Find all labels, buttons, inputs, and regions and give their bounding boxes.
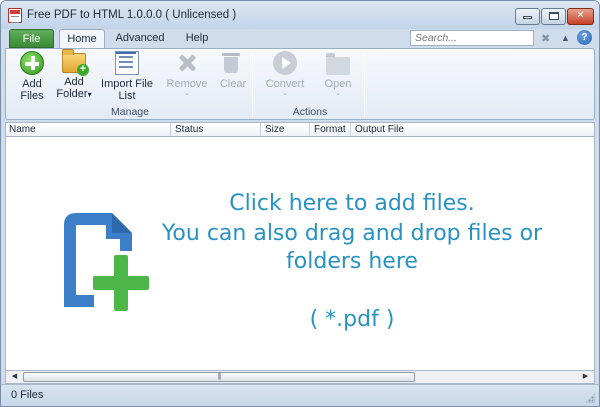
remove-x-icon: [175, 51, 199, 75]
minimize-icon: [523, 16, 532, 19]
remove-label: Remove: [166, 78, 208, 90]
remove-button[interactable]: Remove ⌄: [164, 51, 210, 97]
file-count-status: 0 Files: [11, 389, 44, 401]
add-folder-label-1: Add: [64, 76, 84, 88]
open-dropdown-icon: ⌄: [335, 90, 341, 97]
file-list-header: Name Status Size Format Output File: [5, 122, 595, 137]
add-file-icon: [64, 213, 149, 311]
ribbon-panel: Add Files Add Folder▾ Import File List M…: [5, 48, 595, 120]
app-window: Free PDF to HTML 1.0.0.0 ( Unlicensed ) …: [0, 0, 600, 407]
tab-help[interactable]: Help: [179, 29, 215, 48]
help-icon[interactable]: ?: [577, 30, 592, 45]
maximize-button[interactable]: [541, 8, 566, 25]
add-folder-button[interactable]: Add Folder▾: [54, 49, 94, 101]
maximize-icon: [548, 12, 559, 20]
convert-button[interactable]: Convert ⌄: [262, 51, 308, 97]
open-button[interactable]: Open ⌄: [318, 51, 358, 97]
open-folder-icon: [326, 53, 350, 75]
open-label: Open: [324, 78, 352, 90]
scroll-right-icon[interactable]: ▶: [579, 371, 592, 383]
column-header-output-file[interactable]: Output File: [352, 123, 592, 136]
convert-dropdown-icon: ⌄: [282, 90, 288, 97]
app-pdf-icon: [8, 8, 22, 23]
file-list-icon: [115, 51, 139, 75]
remove-dropdown-icon: ⌄: [184, 90, 190, 97]
window-title: Free PDF to HTML 1.0.0.0 ( Unlicensed ): [27, 9, 237, 21]
column-header-status[interactable]: Status: [172, 123, 261, 136]
status-bar: 0 Files: [1, 384, 599, 406]
drop-zone[interactable]: Click here to add files. You can also dr…: [6, 137, 594, 370]
import-label-1: Import File: [101, 78, 153, 90]
horizontal-scrollbar[interactable]: ◀ ||| ▶: [5, 370, 595, 384]
clear-button[interactable]: Clear: [216, 51, 250, 90]
trash-icon: [221, 51, 245, 75]
search-box[interactable]: [410, 30, 534, 46]
file-list-area: Click here to add files. You can also dr…: [5, 137, 595, 370]
group-separator: [364, 53, 365, 117]
drop-hint-line-3: folders here: [286, 249, 418, 274]
column-header-format[interactable]: Format: [311, 123, 351, 136]
add-circle-icon: [20, 51, 44, 75]
tab-home[interactable]: Home: [59, 29, 105, 48]
drop-hint-line-2: You can also drag and drop files or: [161, 221, 543, 246]
search-input[interactable]: [415, 32, 529, 44]
folder-add-icon: [62, 49, 89, 76]
scrollbar-thumb[interactable]: |||: [23, 372, 415, 382]
add-files-label-2: Files: [20, 90, 44, 102]
tab-file[interactable]: File: [9, 29, 54, 48]
add-files-button[interactable]: Add Files: [12, 51, 52, 102]
ribbon-tab-bar: File Home Advanced Help ✖ ▲ ?: [1, 29, 599, 48]
clear-label: Clear: [219, 78, 247, 90]
supported-extension-label: ( *.pdf ): [309, 307, 395, 332]
scroll-left-icon[interactable]: ◀: [8, 371, 21, 383]
tab-advanced[interactable]: Advanced: [109, 29, 171, 48]
manage-group-label: Manage: [111, 106, 149, 118]
close-window-button[interactable]: ✕: [567, 8, 594, 25]
add-folder-dropdown-icon: ▾: [87, 90, 92, 99]
column-header-name[interactable]: Name: [6, 123, 171, 136]
drop-hint-line-1: Click here to add files.: [229, 191, 475, 216]
collapse-ribbon-icon[interactable]: ▲: [561, 33, 570, 43]
add-folder-label-2: Folder: [56, 88, 88, 100]
clear-search-icon[interactable]: ✖: [541, 32, 550, 45]
import-label-2: List: [118, 90, 136, 102]
column-header-size[interactable]: Size: [262, 123, 310, 136]
add-files-label-1: Add: [22, 78, 42, 90]
minimize-button[interactable]: [515, 8, 540, 25]
thumb-grip-icon: |||: [217, 373, 222, 380]
import-file-list-button[interactable]: Import File List: [98, 51, 156, 102]
actions-group-label: Actions: [292, 106, 328, 118]
resize-grip-icon[interactable]: [585, 393, 595, 403]
convert-label: Convert: [265, 78, 305, 90]
title-bar[interactable]: Free PDF to HTML 1.0.0.0 ( Unlicensed ) …: [1, 1, 599, 29]
group-separator: [252, 53, 253, 117]
play-icon: [273, 51, 297, 75]
